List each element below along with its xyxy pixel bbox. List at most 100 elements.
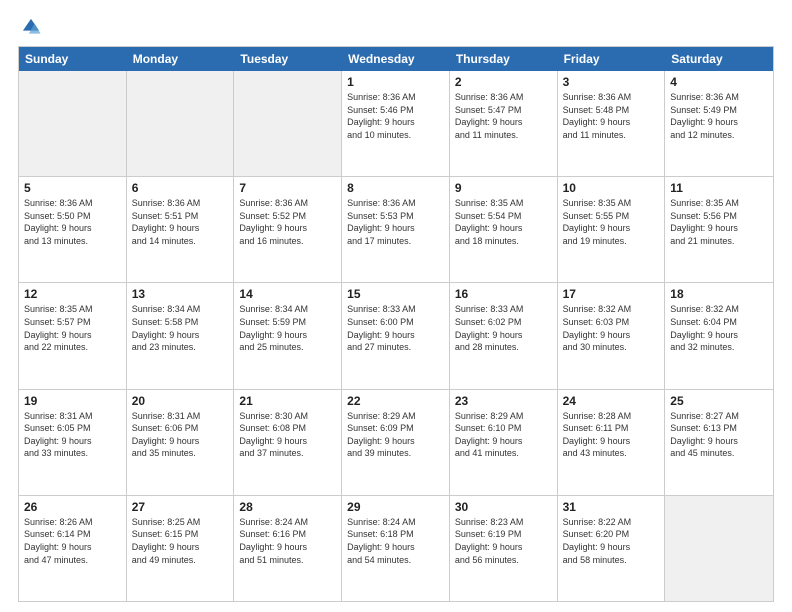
calendar-cell: 17Sunrise: 8:32 AM Sunset: 6:03 PM Dayli… [558,283,666,388]
calendar-cell: 12 Sunrise: 8:35 AM Sunset: 5:57 PM Dayli… [19,283,127,388]
calendar-cell [665,496,773,601]
calendar-cell: 23 Sunrise: 8:29 AM Sunset: 6:10 PM Dayli… [450,390,558,495]
day-number: 19 [24,394,121,408]
calendar-row: 26Sunrise: 8:26 AM Sunset: 6:14 PM Dayli… [19,495,773,601]
cell-detail: Sunrise: 8:36 AM Sunset: 5:52 PM Dayligh… [239,197,336,247]
calendar-cell: 1 Sunrise: 8:36 AM Sunset: 5:46 PM Daylig… [342,71,450,176]
day-number: 23 [455,394,552,408]
cell-detail: Sunrise: 8:22 AM Sunset: 6:20 PM Dayligh… [563,516,660,566]
cell-detail: Sunrise: 8:36 AM Sunset: 5:47 PM Dayligh… [455,91,552,141]
day-number: 4 [670,75,768,89]
calendar-cell: 9 Sunrise: 8:35 AM Sunset: 5:54 PM Daylig… [450,177,558,282]
calendar-cell: 14 Sunrise: 8:34 AM Sunset: 5:59 PM Dayli… [234,283,342,388]
calendar-cell: 26Sunrise: 8:26 AM Sunset: 6:14 PM Dayli… [19,496,127,601]
calendar-cell: 28 Sunrise: 8:24 AM Sunset: 6:16 PM Dayli… [234,496,342,601]
cell-detail: Sunrise: 8:33 AM Sunset: 6:02 PM Dayligh… [455,303,552,353]
header-cell-sunday: Sunday [19,47,127,71]
day-number: 28 [239,500,336,514]
calendar-cell: 31 Sunrise: 8:22 AM Sunset: 6:20 PM Dayli… [558,496,666,601]
cell-detail: Sunrise: 8:28 AM Sunset: 6:11 PM Dayligh… [563,410,660,460]
cell-detail: Sunrise: 8:36 AM Sunset: 5:53 PM Dayligh… [347,197,444,247]
cell-detail: Sunrise: 8:36 AM Sunset: 5:46 PM Dayligh… [347,91,444,141]
calendar-row: 19 Sunrise: 8:31 AM Sunset: 6:05 PM Dayli… [19,389,773,495]
cell-detail: Sunrise: 8:27 AM Sunset: 6:13 PM Dayligh… [670,410,768,460]
day-number: 6 [132,181,229,195]
cell-detail: Sunrise: 8:32 AM Sunset: 6:04 PM Dayligh… [670,303,768,353]
calendar-cell: 20 Sunrise: 8:31 AM Sunset: 6:06 PM Dayli… [127,390,235,495]
cell-detail: Sunrise: 8:35 AM Sunset: 5:54 PM Dayligh… [455,197,552,247]
calendar-cell: 15Sunrise: 8:33 AM Sunset: 6:00 PM Dayli… [342,283,450,388]
cell-detail: Sunrise: 8:35 AM Sunset: 5:56 PM Dayligh… [670,197,768,247]
calendar-cell [19,71,127,176]
cell-detail: Sunrise: 8:31 AM Sunset: 6:06 PM Dayligh… [132,410,229,460]
page: SundayMondayTuesdayWednesdayThursdayFrid… [0,0,792,612]
cell-detail: Sunrise: 8:35 AM Sunset: 5:57 PM Dayligh… [24,303,121,353]
cell-detail: Sunrise: 8:36 AM Sunset: 5:49 PM Dayligh… [670,91,768,141]
calendar-cell: 10Sunrise: 8:35 AM Sunset: 5:55 PM Dayli… [558,177,666,282]
day-number: 11 [670,181,768,195]
calendar-row: 12 Sunrise: 8:35 AM Sunset: 5:57 PM Dayli… [19,282,773,388]
calendar: SundayMondayTuesdayWednesdayThursdayFrid… [18,46,774,602]
day-number: 7 [239,181,336,195]
calendar-cell: 16 Sunrise: 8:33 AM Sunset: 6:02 PM Dayli… [450,283,558,388]
cell-detail: Sunrise: 8:23 AM Sunset: 6:19 PM Dayligh… [455,516,552,566]
day-number: 13 [132,287,229,301]
day-number: 20 [132,394,229,408]
day-number: 26 [24,500,121,514]
header-cell-saturday: Saturday [665,47,773,71]
day-number: 21 [239,394,336,408]
logo [18,16,44,38]
day-number: 14 [239,287,336,301]
calendar-cell: 25 Sunrise: 8:27 AM Sunset: 6:13 PM Dayli… [665,390,773,495]
calendar-header: SundayMondayTuesdayWednesdayThursdayFrid… [19,47,773,71]
day-number: 16 [455,287,552,301]
header-cell-thursday: Thursday [450,47,558,71]
calendar-cell: 24 Sunrise: 8:28 AM Sunset: 6:11 PM Dayli… [558,390,666,495]
day-number: 9 [455,181,552,195]
calendar-cell: 2 Sunrise: 8:36 AM Sunset: 5:47 PM Daylig… [450,71,558,176]
day-number: 29 [347,500,444,514]
calendar-cell: 8 Sunrise: 8:36 AM Sunset: 5:53 PM Daylig… [342,177,450,282]
day-number: 31 [563,500,660,514]
calendar-cell: 3Sunrise: 8:36 AM Sunset: 5:48 PM Daylig… [558,71,666,176]
calendar-row: 5 Sunrise: 8:36 AM Sunset: 5:50 PM Daylig… [19,176,773,282]
day-number: 27 [132,500,229,514]
calendar-cell: 7 Sunrise: 8:36 AM Sunset: 5:52 PM Daylig… [234,177,342,282]
cell-detail: Sunrise: 8:33 AM Sunset: 6:00 PM Dayligh… [347,303,444,353]
day-number: 18 [670,287,768,301]
header-cell-tuesday: Tuesday [234,47,342,71]
day-number: 17 [563,287,660,301]
day-number: 30 [455,500,552,514]
header [18,16,774,38]
day-number: 12 [24,287,121,301]
day-number: 5 [24,181,121,195]
day-number: 22 [347,394,444,408]
cell-detail: Sunrise: 8:24 AM Sunset: 6:16 PM Dayligh… [239,516,336,566]
cell-detail: Sunrise: 8:34 AM Sunset: 5:59 PM Dayligh… [239,303,336,353]
calendar-cell: 13Sunrise: 8:34 AM Sunset: 5:58 PM Dayli… [127,283,235,388]
calendar-cell: 30 Sunrise: 8:23 AM Sunset: 6:19 PM Dayli… [450,496,558,601]
cell-detail: Sunrise: 8:36 AM Sunset: 5:50 PM Dayligh… [24,197,121,247]
calendar-cell: 21 Sunrise: 8:30 AM Sunset: 6:08 PM Dayli… [234,390,342,495]
cell-detail: Sunrise: 8:29 AM Sunset: 6:10 PM Dayligh… [455,410,552,460]
cell-detail: Sunrise: 8:24 AM Sunset: 6:18 PM Dayligh… [347,516,444,566]
day-number: 1 [347,75,444,89]
header-cell-monday: Monday [127,47,235,71]
calendar-cell [234,71,342,176]
cell-detail: Sunrise: 8:30 AM Sunset: 6:08 PM Dayligh… [239,410,336,460]
day-number: 2 [455,75,552,89]
calendar-cell: 18 Sunrise: 8:32 AM Sunset: 6:04 PM Dayli… [665,283,773,388]
calendar-cell: 22Sunrise: 8:29 AM Sunset: 6:09 PM Dayli… [342,390,450,495]
day-number: 8 [347,181,444,195]
header-cell-friday: Friday [558,47,666,71]
calendar-cell: 6Sunrise: 8:36 AM Sunset: 5:51 PM Daylig… [127,177,235,282]
day-number: 3 [563,75,660,89]
calendar-cell: 19 Sunrise: 8:31 AM Sunset: 6:05 PM Dayli… [19,390,127,495]
day-number: 24 [563,394,660,408]
day-number: 25 [670,394,768,408]
cell-detail: Sunrise: 8:31 AM Sunset: 6:05 PM Dayligh… [24,410,121,460]
calendar-cell: 5 Sunrise: 8:36 AM Sunset: 5:50 PM Daylig… [19,177,127,282]
calendar-cell: 11 Sunrise: 8:35 AM Sunset: 5:56 PM Dayli… [665,177,773,282]
calendar-cell: 29 Sunrise: 8:24 AM Sunset: 6:18 PM Dayli… [342,496,450,601]
logo-icon [20,16,42,38]
